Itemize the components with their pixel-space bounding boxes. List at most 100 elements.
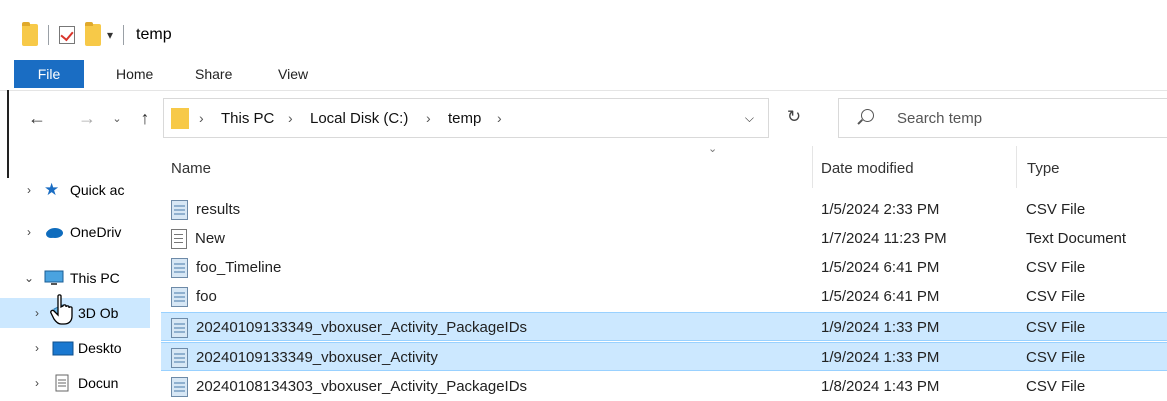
tab-home[interactable]: Home bbox=[116, 60, 153, 88]
nav-item-label: This PC bbox=[70, 270, 120, 286]
file-name-cell: New bbox=[171, 224, 225, 253]
search-icon bbox=[861, 109, 874, 122]
file-name: 20240109133349_vboxuser_Activity_Package… bbox=[196, 319, 528, 336]
file-name: New bbox=[195, 230, 226, 247]
chevron-right-icon[interactable]: › bbox=[22, 225, 36, 239]
csv-file-icon bbox=[171, 317, 188, 338]
window-title: temp bbox=[136, 26, 172, 43]
file-type-cell: CSV File bbox=[1026, 259, 1086, 276]
nav-item-label: Docun bbox=[78, 375, 119, 391]
file-type-cell: CSV File bbox=[1026, 319, 1086, 336]
breadcrumb-local-disk[interactable]: Local Disk (C:) bbox=[310, 99, 408, 137]
date-modified-cell: 1/5/2024 6:41 PM bbox=[821, 288, 940, 305]
monitor-icon bbox=[44, 269, 64, 287]
nav-item-label: 3D Ob bbox=[78, 305, 119, 321]
table-row[interactable]: New 1/7/2024 11:23 PM Text Document bbox=[161, 224, 1167, 253]
file-name-cell: foo_Timeline bbox=[171, 253, 281, 282]
nav-item-this-pc[interactable]: ⌄ This PC bbox=[0, 263, 150, 293]
table-row[interactable]: foo_Timeline 1/5/2024 6:41 PM CSV File bbox=[161, 253, 1167, 282]
nav-item-label: Quick ac bbox=[70, 182, 125, 198]
ribbon-bar bbox=[0, 58, 1167, 91]
address-dropdown-icon[interactable]: ⌵ bbox=[745, 99, 754, 137]
column-divider[interactable] bbox=[812, 146, 813, 188]
tab-file[interactable]: File bbox=[14, 60, 84, 88]
chevron-right-icon[interactable]: › bbox=[22, 183, 36, 197]
search-box[interactable]: Search temp bbox=[838, 98, 1167, 138]
navigation-pane: › ★ Quick ac › OneDriv ⌄ This PC › 3D Ob… bbox=[0, 150, 150, 394]
new-folder-icon[interactable] bbox=[85, 22, 101, 46]
document-icon bbox=[52, 374, 72, 392]
chevron-right-icon[interactable]: › bbox=[288, 99, 293, 137]
cloud-icon bbox=[44, 223, 64, 241]
date-modified-cell: 1/9/2024 1:33 PM bbox=[821, 319, 940, 336]
properties-check-icon[interactable] bbox=[59, 26, 75, 44]
column-header-name[interactable]: Name bbox=[171, 150, 211, 186]
customize-dropdown-icon[interactable]: ▾ bbox=[107, 28, 113, 42]
desktop-icon bbox=[52, 339, 74, 357]
breadcrumb-temp[interactable]: temp bbox=[448, 99, 481, 137]
text-file-icon bbox=[171, 228, 187, 249]
chevron-right-icon[interactable]: › bbox=[426, 99, 431, 137]
chevron-right-icon[interactable]: › bbox=[199, 99, 204, 137]
file-name-cell: 20240109133349_vboxuser_Activity bbox=[171, 343, 438, 372]
search-placeholder: Search temp bbox=[897, 109, 983, 127]
file-name: 20240108134303_vboxuser_Activity_Package… bbox=[196, 378, 528, 395]
file-type-cell: CSV File bbox=[1026, 349, 1086, 366]
file-name: results bbox=[196, 201, 241, 218]
title-bar bbox=[0, 0, 1167, 58]
table-row[interactable]: 20240109133349_vboxuser_Activity 1/9/202… bbox=[161, 342, 1167, 371]
file-type-cell: CSV File bbox=[1026, 378, 1086, 395]
nav-item-label: Deskto bbox=[78, 340, 122, 356]
breadcrumb-this-pc[interactable]: This PC bbox=[221, 99, 274, 137]
nav-item-desktop[interactable]: › Deskto bbox=[0, 333, 150, 363]
file-name: foo bbox=[196, 288, 217, 305]
file-name-cell: 20240109133349_vboxuser_Activity_Package… bbox=[171, 313, 527, 342]
chevron-right-icon[interactable]: › bbox=[497, 99, 502, 137]
refresh-icon[interactable]: ↻ bbox=[770, 98, 818, 136]
table-row[interactable]: 20240108134303_vboxuser_Activity_Package… bbox=[161, 372, 1167, 401]
file-type-cell: CSV File bbox=[1026, 288, 1086, 305]
file-type-cell: Text Document bbox=[1026, 230, 1127, 247]
recent-locations-chevron-icon[interactable]: ⌄ bbox=[109, 96, 125, 140]
hand-cursor-icon bbox=[50, 294, 73, 325]
tab-share[interactable]: Share bbox=[195, 60, 232, 88]
nav-item-quick-access[interactable]: › ★ Quick ac bbox=[0, 175, 150, 205]
folder-icon[interactable] bbox=[22, 22, 38, 46]
table-row[interactable]: foo 1/5/2024 6:41 PM CSV File bbox=[161, 282, 1167, 311]
date-modified-cell: 1/5/2024 2:33 PM bbox=[821, 201, 940, 218]
quick-access-toolbar: ▾ temp bbox=[22, 22, 172, 48]
toolbar-divider bbox=[123, 25, 125, 45]
table-row[interactable]: results 1/5/2024 2:33 PM CSV File bbox=[161, 195, 1167, 224]
date-modified-cell: 1/5/2024 6:41 PM bbox=[821, 259, 940, 276]
file-name-cell: results bbox=[171, 195, 240, 224]
back-arrow-icon[interactable]: ← bbox=[24, 96, 50, 140]
chevron-right-icon[interactable]: › bbox=[30, 376, 44, 390]
csv-file-icon bbox=[171, 347, 188, 368]
nav-item-label: OneDriv bbox=[70, 224, 122, 240]
nav-item-onedrive[interactable]: › OneDriv bbox=[0, 217, 150, 247]
csv-file-icon bbox=[171, 199, 188, 220]
chevron-down-icon[interactable]: ⌄ bbox=[22, 271, 36, 285]
file-name: 20240109133349_vboxuser_Activity bbox=[196, 349, 438, 366]
column-divider[interactable] bbox=[1016, 146, 1017, 188]
chevron-right-icon[interactable]: › bbox=[30, 341, 44, 355]
address-bar[interactable]: › This PC › Local Disk (C:) › temp › ⌵ bbox=[163, 98, 769, 138]
sort-chevron-icon[interactable]: ⌄ bbox=[708, 142, 717, 155]
file-name-cell: 20240108134303_vboxuser_Activity_Package… bbox=[171, 372, 527, 401]
forward-arrow-icon[interactable]: → bbox=[74, 96, 100, 140]
toolbar-divider bbox=[48, 25, 49, 45]
tab-view[interactable]: View bbox=[278, 60, 308, 88]
up-arrow-icon[interactable]: ↑ bbox=[134, 96, 156, 140]
table-row[interactable]: 20240109133349_vboxuser_Activity_Package… bbox=[161, 312, 1167, 341]
date-modified-cell: 1/8/2024 1:43 PM bbox=[821, 378, 940, 395]
chevron-right-icon[interactable]: › bbox=[30, 306, 44, 320]
file-type-cell: CSV File bbox=[1026, 201, 1086, 218]
column-header-date-modified[interactable]: Date modified bbox=[821, 150, 914, 186]
file-name: foo_Timeline bbox=[196, 259, 282, 276]
date-modified-cell: 1/7/2024 11:23 PM bbox=[821, 230, 947, 247]
date-modified-cell: 1/9/2024 1:33 PM bbox=[821, 349, 940, 366]
folder-icon bbox=[171, 108, 189, 129]
file-name-cell: foo bbox=[171, 282, 217, 311]
star-icon: ★ bbox=[44, 180, 60, 199]
column-header-type[interactable]: Type bbox=[1027, 150, 1060, 186]
